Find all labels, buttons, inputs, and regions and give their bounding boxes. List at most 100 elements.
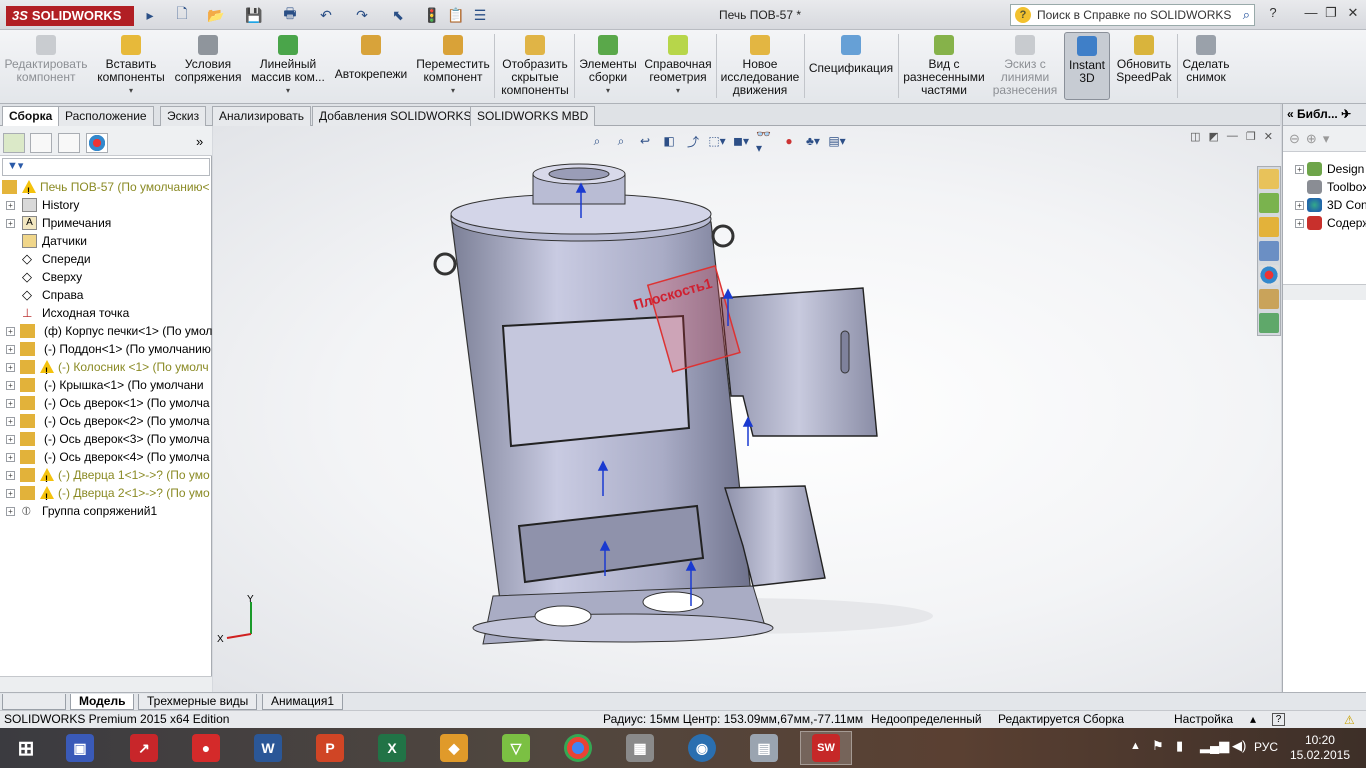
taskbar-app[interactable]: ▤ [742,731,786,765]
forward-icon[interactable]: ⊕ [1306,131,1317,147]
open-icon[interactable]: 📂 [206,5,226,25]
back-icon[interactable]: ⊖ [1289,131,1300,147]
solidworks-resources-icon[interactable] [1259,169,1279,189]
tree-root-assembly[interactable]: Печь ПОВ-57 (По умолчанию< [0,178,212,196]
mate-button[interactable]: Условия сопряжения [172,32,244,100]
taskbar-app[interactable]: ▽ [494,731,538,765]
options-icon[interactable]: ☰ [470,5,490,25]
rebuild-warning-icon[interactable]: ⚠ [1344,712,1355,729]
save-icon[interactable]: 💾 [244,5,264,25]
help-search[interactable]: ? Поиск в Справке по SOLIDWORKS ⌕ [1010,4,1255,26]
flyout-arrow-icon[interactable]: ▸ [140,5,160,25]
instant-3d-button[interactable]: Instant 3D [1064,32,1110,100]
tab-sketch[interactable]: Эскиз [160,106,207,126]
display-manager-tab-icon[interactable] [86,133,108,153]
tree-filter-input[interactable]: ▼▾ [2,158,210,176]
battery-icon[interactable]: ▮ [1176,738,1183,754]
tab-solidworks-mbd[interactable]: SOLIDWORKS MBD [470,106,596,126]
tree-item-component[interactable]: + (-) Ось дверок<3> (По умолча [0,430,212,448]
library-item-3d-content[interactable]: +3D Con [1283,196,1366,214]
clock[interactable]: 10:20 15.02.2015 [1290,733,1350,763]
minimize-button[interactable]: — [1300,5,1322,25]
library-item-content[interactable]: +Содерж [1283,214,1366,232]
tree-item-sensors[interactable]: Датчики [0,232,212,250]
bill-of-materials-button[interactable]: Спецификация [808,32,894,100]
language-indicator[interactable]: РУС [1254,740,1278,754]
tree-item-component[interactable]: + (ф) Корпус печки<1> (По умол [0,322,212,340]
tab-3d-views[interactable]: Трехмерные виды [138,694,258,710]
redo-icon[interactable]: ↷ [352,5,372,25]
tab-model[interactable]: Модель [70,694,135,710]
appearances-icon[interactable] [1259,265,1279,285]
tree-item-right-plane[interactable]: ◇ Справа [0,286,212,304]
linear-pattern-button[interactable]: Линейный массив ком... ▾ [248,32,328,100]
forum-icon[interactable] [1259,313,1279,333]
tree-item-component[interactable]: + (-) Ось дверок<2> (По умолча [0,412,212,430]
tab-assembly[interactable]: Сборка [2,106,60,126]
custom-properties-icon[interactable] [1259,289,1279,309]
take-snapshot-button[interactable]: Сделать снимок [1180,32,1232,100]
settings-menu[interactable]: Настройка [1174,711,1233,728]
nav-dropdown-icon[interactable]: ▾ [1323,131,1330,147]
taskbar-app[interactable]: ▦ [618,731,662,765]
help-menu-icon[interactable]: ? [1262,5,1284,25]
stove-model-3d[interactable]: Плоскость1 [213,126,1281,692]
help-icon[interactable]: ? [1272,713,1285,726]
exploded-view-button[interactable]: Вид с разнесенными частями [902,32,986,100]
tab-scroll-arrows[interactable] [2,694,66,710]
taskbar-app[interactable]: ◆ [432,731,476,765]
explode-line-sketch-button[interactable]: Эскиз с линиями разнесения [990,32,1060,100]
tree-item-component[interactable]: + (-) Ось дверок<4> (По умолча [0,448,212,466]
tab-solidworks-addins[interactable]: Добавления SOLIDWORKS [312,106,479,126]
taskbar-app[interactable]: ◉ [680,731,724,765]
tray-expand-icon[interactable]: ▲ [1130,740,1141,752]
update-speedpak-button[interactable]: Обновить SpeedPak [1114,32,1174,100]
edit-component-button[interactable]: Редактировать компонент [4,32,88,100]
start-button[interactable]: ⊞ [4,731,48,765]
tree-item-mate-group[interactable]: + ⦶ Группа сопряжений1 [0,502,212,520]
restore-button[interactable]: ❐ [1320,5,1342,25]
close-button[interactable]: ✕ [1342,5,1364,25]
expand-panel-icon[interactable]: » [196,134,203,149]
taskbar-app[interactable]: P [308,731,352,765]
new-document-icon[interactable]: 🗋 [172,5,192,25]
file-explorer-icon[interactable] [1259,217,1279,237]
volume-icon[interactable]: ◀) [1232,738,1246,754]
taskbar-app[interactable]: X [370,731,414,765]
print-icon[interactable]: 🖶 [280,5,300,25]
flag-icon[interactable]: ⚑ [1152,738,1164,754]
reference-geometry-button[interactable]: Справочная геометрия ▾ [642,32,714,100]
taskbar-app[interactable]: ▣ [58,731,102,765]
file-properties-icon[interactable]: 📋 [446,5,466,25]
move-component-button[interactable]: Переместить компонент ▾ [414,32,492,100]
taskbar-app[interactable]: ↗ [122,731,166,765]
tree-item-history[interactable]: + History [0,196,212,214]
tree-item-component[interactable]: +(-) Дверца 1<1>->? (По умо [0,466,212,484]
assembly-features-button[interactable]: Элементы сборки ▾ [578,32,638,100]
property-manager-tab-icon[interactable] [30,133,52,153]
tree-item-top-plane[interactable]: ◇ Сверху [0,268,212,286]
taskbar-app-solidworks[interactable]: SW [800,731,852,765]
feature-tree-tab-icon[interactable] [3,133,25,153]
settings-dropdown-icon[interactable]: ▴ [1250,711,1256,728]
view-palette-icon[interactable] [1259,241,1279,261]
network-icon[interactable]: ▂▄▆ [1200,738,1229,754]
tree-item-component[interactable]: + (-) Ось дверок<1> (По умолча [0,394,212,412]
task-pane-scrollbar[interactable] [1283,284,1366,300]
solidworks-logo[interactable]: 3S SOLIDWORKS [6,6,134,26]
tab-evaluate[interactable]: Анализировать [212,106,311,126]
insert-components-button[interactable]: Вставить компоненты ▾ [92,32,170,100]
tab-animation[interactable]: Анимация1 [262,694,344,710]
tree-item-component[interactable]: +(-) Дверца 2<1>->? (По умо [0,484,212,502]
taskbar-app[interactable]: W [246,731,290,765]
configuration-manager-tab-icon[interactable] [58,133,80,153]
smart-fasteners-button[interactable]: Автокрепежи [332,32,410,100]
tree-item-component[interactable]: + (-) Крышка<1> (По умолчани [0,376,212,394]
new-motion-study-button[interactable]: Новое исследование движения [720,32,800,100]
library-item-toolbox[interactable]: Toolbox [1283,178,1366,196]
help-search-input[interactable]: Поиск в Справке по SOLIDWORKS [1037,8,1231,22]
taskbar-app[interactable] [556,731,600,765]
library-item-design[interactable]: + Design [1283,160,1366,178]
tree-item-component[interactable]: +(-) Колосник <1> (По умолч [0,358,212,376]
taskbar-app[interactable]: ● [184,731,228,765]
